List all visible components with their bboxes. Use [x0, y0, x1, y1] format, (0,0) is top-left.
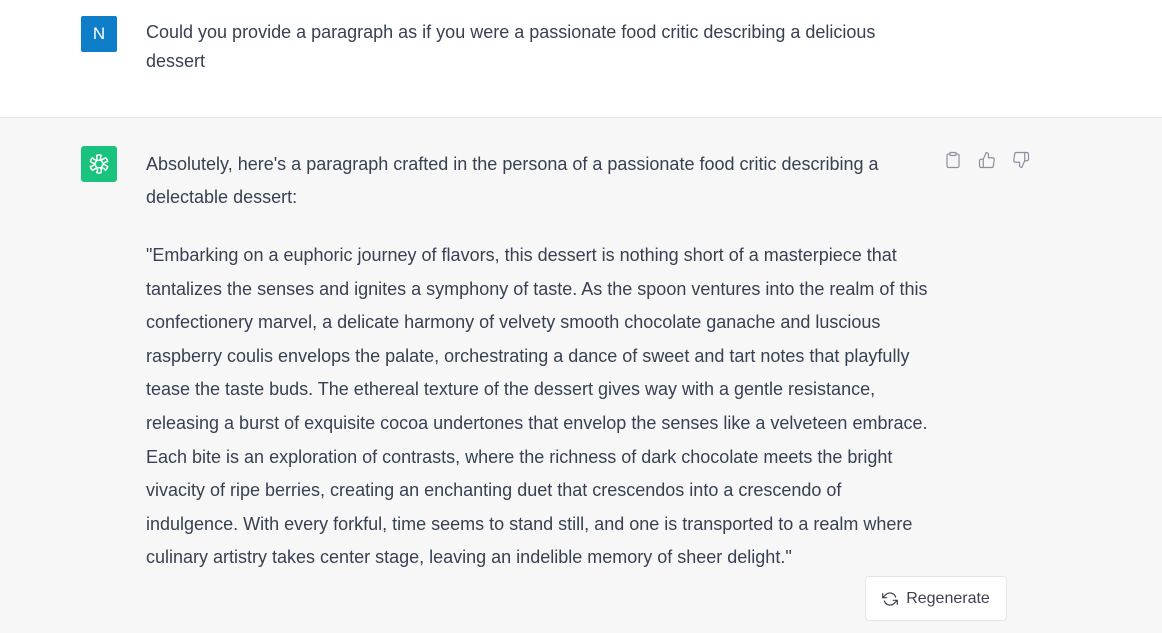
regenerate-label: Regenerate	[906, 589, 990, 607]
assistant-intro-text: Absolutely, here's a paragraph crafted i…	[146, 154, 879, 207]
user-avatar-initial: N	[92, 24, 106, 43]
assistant-message-body: Absolutely, here's a paragraph crafted i…	[146, 148, 936, 575]
thumbs-up-icon	[978, 151, 995, 169]
clipboard-icon	[946, 151, 960, 169]
user-message-text: Could you provide a paragraph as if you …	[146, 22, 876, 71]
openai-logo-icon	[89, 154, 109, 174]
assistant-avatar	[81, 146, 117, 182]
assistant-message: Absolutely, here's a paragraph crafted i…	[0, 118, 1162, 633]
user-avatar: N	[81, 16, 117, 52]
thumbs-down-button[interactable]	[1010, 149, 1032, 171]
user-message: N Could you provide a paragraph as if yo…	[0, 0, 1162, 118]
copy-button[interactable]	[942, 149, 964, 171]
thumbs-up-button[interactable]	[976, 149, 998, 171]
refresh-icon	[882, 591, 899, 606]
assistant-paragraph-text: "Embarking on a euphoric journey of flav…	[146, 245, 928, 568]
thumbs-down-icon	[1013, 151, 1030, 169]
regenerate-button[interactable]: Regenerate	[865, 576, 1007, 621]
message-actions	[942, 148, 1032, 172]
